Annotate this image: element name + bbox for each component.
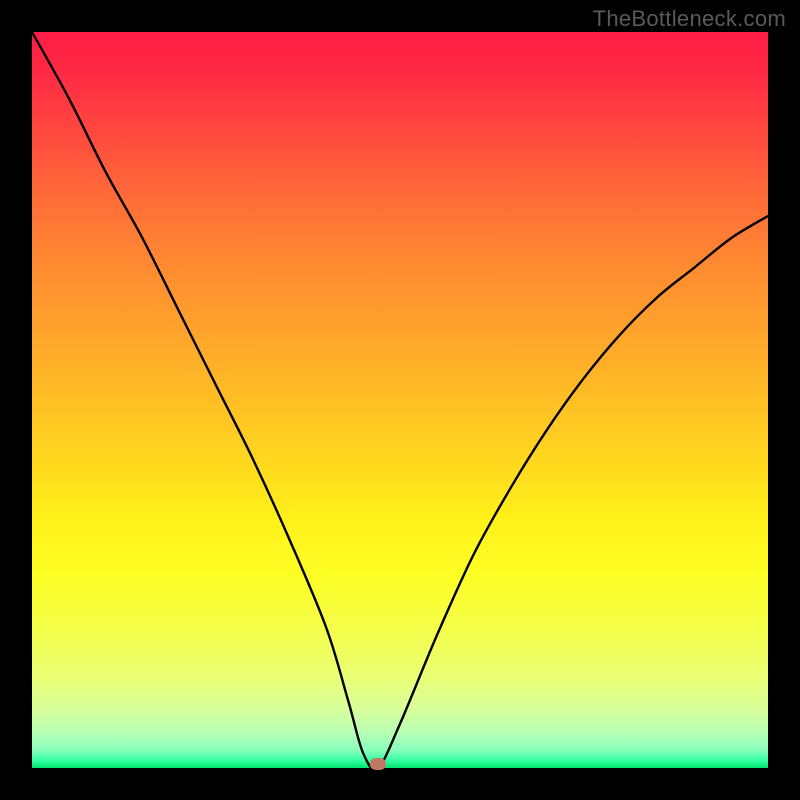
chart-curve-svg (32, 32, 768, 768)
minimum-marker (370, 758, 386, 770)
bottleneck-curve-path (32, 32, 768, 768)
watermark-text: TheBottleneck.com (593, 6, 786, 32)
chart-frame (32, 32, 768, 768)
